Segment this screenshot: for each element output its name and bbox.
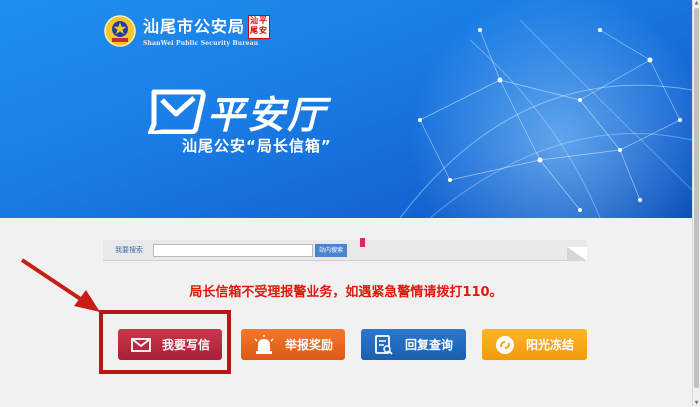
police-badge-icon	[104, 15, 136, 47]
vertical-scrollbar[interactable]: ▲ ▼	[692, 0, 700, 407]
sunshine-freeze-button[interactable]: 阳光冻结	[482, 329, 587, 360]
report-reward-button[interactable]: 举报奖励	[241, 329, 345, 360]
sun-link-icon	[492, 332, 518, 358]
reply-query-label: 回复查询	[405, 338, 454, 352]
report-reward-label: 举报奖励	[285, 338, 334, 352]
reply-query-button[interactable]: 回复查询	[361, 329, 466, 360]
ping-an-seal: 汕平尾安	[248, 15, 271, 39]
pointer-arrow	[20, 258, 100, 312]
alarm-light-icon	[251, 332, 277, 358]
mail-logo-icon	[148, 89, 206, 134]
search-input[interactable]	[153, 244, 313, 257]
search-label: 我要搜索	[115, 246, 143, 254]
sunshine-freeze-label: 阳光冻结	[526, 338, 575, 352]
page-fold-icon	[567, 247, 587, 261]
site-logo[interactable]: 汕尾市公安局 汕平尾安 ShanWei Public Security Bure…	[103, 14, 271, 48]
page: 汕尾市公安局 汕平尾安 ShanWei Public Security Bure…	[0, 0, 692, 407]
hero-subtitle: 汕尾公安“局长信箱”	[182, 137, 332, 155]
document-search-icon	[371, 332, 397, 358]
search-button[interactable]: 站内搜索	[315, 244, 347, 257]
highlight-box	[99, 310, 231, 374]
bookmark-ribbon-icon	[360, 238, 365, 247]
agency-name: 汕尾市公安局	[143, 17, 246, 36]
scroll-down-icon[interactable]: ▼	[693, 400, 700, 407]
header-banner: 汕尾市公安局 汕平尾安 ShanWei Public Security Bure…	[0, 0, 692, 218]
hero-title: 平安厅	[207, 93, 328, 137]
scrollbar-thumb[interactable]	[694, 8, 699, 388]
scroll-up-icon[interactable]: ▲	[693, 0, 700, 7]
search-bar: 我要搜索 站内搜索	[103, 240, 587, 261]
agency-name-english: ShanWei Public Security Bureau	[143, 40, 259, 47]
